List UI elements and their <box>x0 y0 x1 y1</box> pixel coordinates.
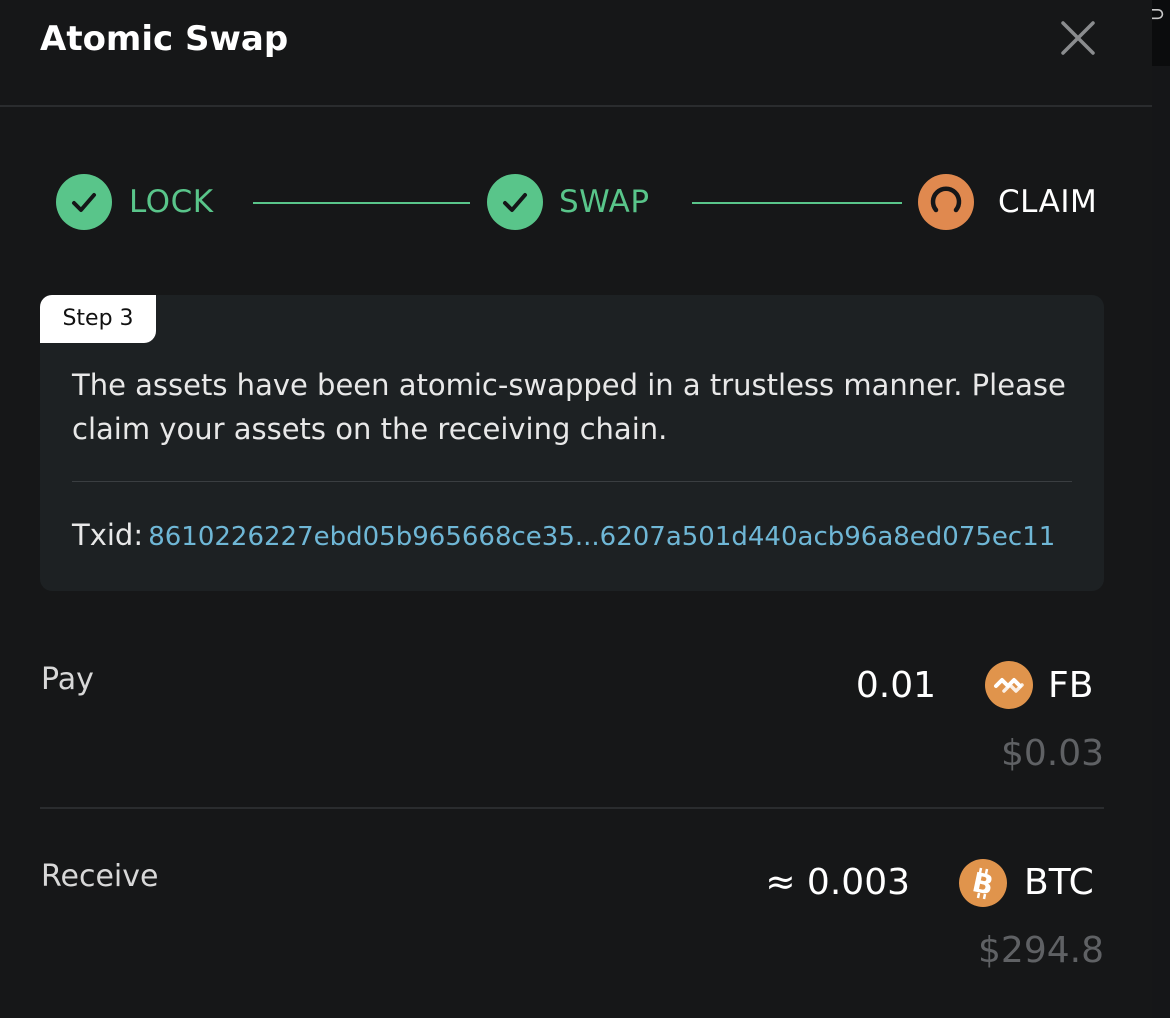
rows-divider <box>40 807 1104 809</box>
step-badge: Step 3 <box>40 295 156 343</box>
modal-header: Atomic Swap <box>0 0 1152 107</box>
txid-link[interactable]: 8610226227ebd05b965668ce35...6207a501d44… <box>148 522 1055 552</box>
check-icon <box>72 193 96 212</box>
step-label-swap: SWAP <box>559 184 650 220</box>
step-claim-status <box>918 174 974 230</box>
step-label-claim: CLAIM <box>998 184 1098 220</box>
modal-title: Atomic Swap <box>40 19 289 59</box>
pay-usd-value: $0.03 <box>1000 733 1104 774</box>
close-icon <box>1061 21 1095 55</box>
pay-amount: 0.01 <box>855 665 936 706</box>
spinner-icon <box>930 186 962 213</box>
atomic-swap-modal: Atomic Swap LOCK SWAP CLAIM Step 3 The a… <box>0 0 1152 1018</box>
txid-row: Txid: 8610226227ebd05b965668ce35...6207a… <box>72 515 1055 560</box>
step-message: The assets have been atomic-swapped in a… <box>72 368 1066 446</box>
receive-token-symbol: BTC <box>1024 862 1094 903</box>
receive-amount: ≈ 0.003 <box>765 862 910 903</box>
card-divider <box>72 481 1072 482</box>
fb-token-icon <box>985 661 1033 709</box>
check-icon <box>503 193 527 212</box>
step-lock-status <box>56 174 112 230</box>
receive-usd-value: $294.8 <box>978 930 1104 971</box>
receive-label: Receive <box>41 859 159 894</box>
pay-token-symbol: FB <box>1048 665 1094 706</box>
close-button[interactable] <box>1058 18 1098 58</box>
bitcoin-icon: B <box>959 859 1007 907</box>
swap-progress-stepper: LOCK SWAP CLAIM <box>0 170 1152 234</box>
step-connector <box>253 202 470 204</box>
txid-label: Txid: <box>72 518 144 552</box>
step-label-lock: LOCK <box>129 184 214 220</box>
svg-text:B: B <box>969 867 996 902</box>
step-connector <box>692 202 902 204</box>
step-info-card: Step 3 The assets have been atomic-swapp… <box>40 295 1104 591</box>
step-swap-status <box>487 174 543 230</box>
pay-label: Pay <box>41 662 94 697</box>
